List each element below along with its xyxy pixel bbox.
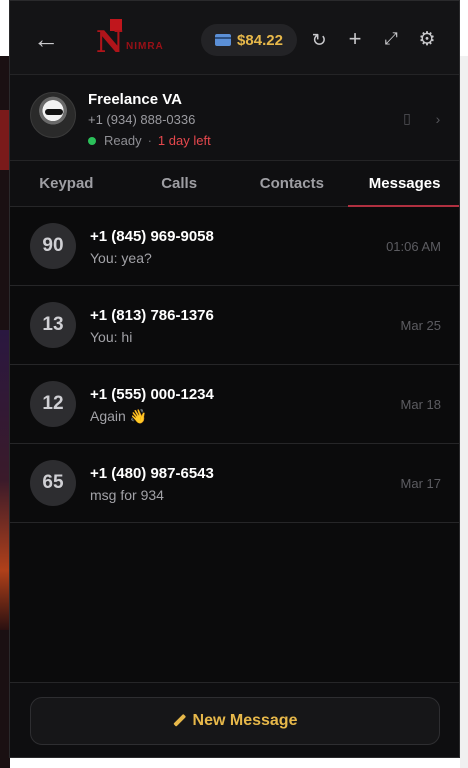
chevron-right-icon[interactable]: › <box>432 111 444 127</box>
message-time: Mar 25 <box>400 318 441 333</box>
logo-word: NIMRA <box>126 41 164 52</box>
message-row[interactable]: 90 +1 (845) 969-9058 You: yea? 01:06 AM <box>10 207 459 286</box>
pencil-icon <box>170 713 187 730</box>
gear-icon[interactable]: ⚙ <box>416 27 438 51</box>
profile-card[interactable]: Freelance VA +1 (934) 888-0336 Ready · 1… <box>10 75 459 161</box>
profile-number: +1 (934) 888-0336 <box>88 112 196 127</box>
avatar <box>30 92 76 138</box>
refresh-icon[interactable]: ↻ <box>308 29 330 51</box>
message-phone: +1 (480) 987-6543 <box>90 465 214 482</box>
message-row[interactable]: 12 +1 (555) 000-1234 Again 👋 Mar 18 <box>10 365 459 444</box>
contact-badge: 65 <box>30 460 76 506</box>
tab-keypad[interactable]: Keypad <box>10 161 123 206</box>
nimra-logo: N NIMRA <box>94 19 174 60</box>
logo-mark: N <box>96 25 124 60</box>
tab-bar: Keypad Calls Contacts Messages <box>10 161 459 207</box>
days-left-text: 1 day left <box>157 133 211 148</box>
new-message-label: New Message <box>192 712 298 729</box>
message-preview: You: hi <box>90 329 133 345</box>
tab-contacts[interactable]: Contacts <box>236 161 349 206</box>
footer: New Message <box>10 682 459 757</box>
plus-icon[interactable]: + <box>344 26 366 51</box>
contact-badge: 90 <box>30 223 76 269</box>
avatar-glasses <box>45 109 63 115</box>
message-list: 90 +1 (845) 969-9058 You: yea? 01:06 AM … <box>10 207 459 523</box>
message-phone: +1 (555) 000-1234 <box>90 386 214 403</box>
balance-amount: $84.22 <box>237 31 283 49</box>
dialer-panel: ← N NIMRA $84.22 ↻ + ⤢ ⚙ Freelance VA +1… <box>9 0 460 758</box>
message-time: Mar 18 <box>400 397 441 412</box>
profile-name: Freelance VA <box>88 91 182 108</box>
message-row[interactable]: 65 +1 (480) 987-6543 msg for 934 Mar 17 <box>10 444 459 523</box>
message-row[interactable]: 13 +1 (813) 786-1376 You: hi Mar 25 <box>10 286 459 365</box>
status-dot <box>88 136 96 145</box>
message-time: Mar 17 <box>400 476 441 491</box>
status-text: Ready <box>104 133 142 148</box>
credit-card-icon <box>215 34 232 46</box>
message-preview: msg for 934 <box>90 487 164 503</box>
tab-calls[interactable]: Calls <box>123 161 236 206</box>
message-preview: You: yea? <box>90 250 152 266</box>
balance-pill[interactable]: $84.22 <box>201 24 297 56</box>
status-separator: · <box>147 133 152 148</box>
top-bar: ← N NIMRA $84.22 ↻ + ⤢ ⚙ <box>10 1 459 75</box>
document-icon[interactable]: ▯ <box>400 109 414 127</box>
tab-messages[interactable]: Messages <box>348 161 459 207</box>
profile-status: Ready · 1 day left <box>88 133 211 148</box>
contact-badge: 13 <box>30 302 76 348</box>
new-message-button[interactable]: New Message <box>30 697 440 745</box>
background-strip <box>460 56 468 768</box>
expand-icon[interactable]: ⤢ <box>380 27 402 51</box>
contact-badge: 12 <box>30 381 76 427</box>
arrow-left-icon[interactable]: ← <box>32 24 60 54</box>
message-phone: +1 (813) 786-1376 <box>90 307 214 324</box>
message-time: 01:06 AM <box>386 239 441 254</box>
message-preview: Again 👋 <box>90 408 148 424</box>
message-phone: +1 (845) 969-9058 <box>90 228 214 245</box>
